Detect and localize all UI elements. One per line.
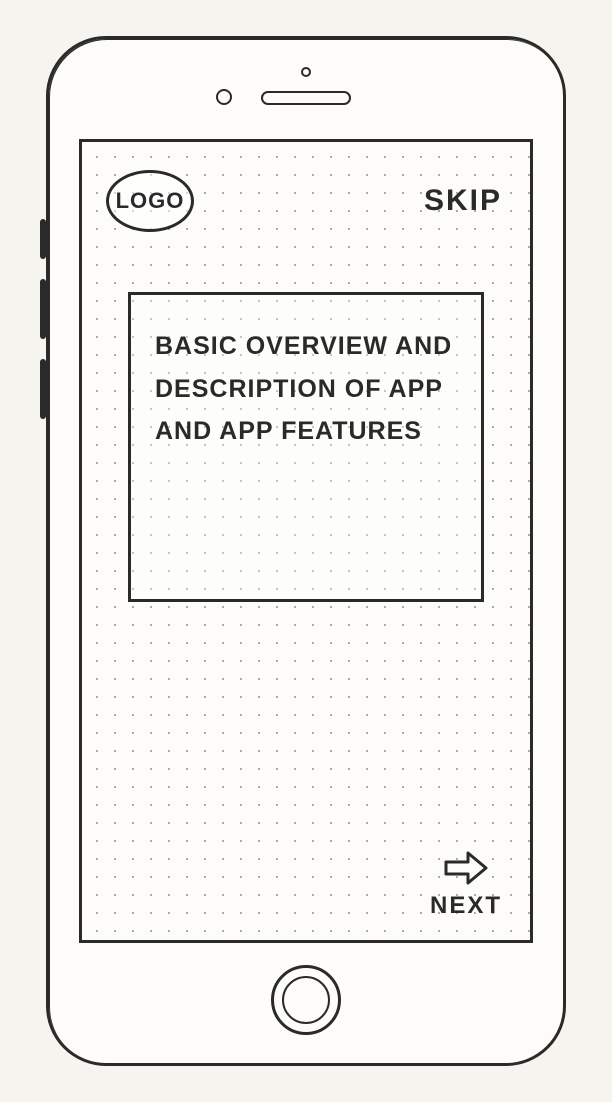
content-box: BASIC OVERVIEW AND DESCRIPTION OF APP AN… (128, 292, 484, 602)
spacer (104, 602, 508, 848)
arrow-right-icon (442, 848, 490, 888)
next-label: NEXT (430, 892, 502, 920)
home-button[interactable] (271, 965, 341, 1035)
sensor-icon (301, 67, 311, 77)
side-button (40, 359, 46, 419)
skip-button[interactable]: SKIP (424, 184, 502, 218)
skip-label: SKIP (424, 184, 502, 217)
logo-label: LOGO (116, 188, 185, 214)
side-button (40, 279, 46, 339)
camera-icon (216, 89, 232, 105)
screen: LOGO SKIP BASIC OVERVIEW AND DESCRIPTION… (79, 139, 533, 943)
next-button[interactable]: NEXT (430, 848, 502, 920)
logo: LOGO (106, 170, 194, 232)
speaker-icon (261, 91, 351, 105)
header-row: LOGO SKIP (104, 166, 508, 232)
content-text: BASIC OVERVIEW AND DESCRIPTION OF APP AN… (155, 325, 457, 453)
side-button (40, 219, 46, 259)
phone-frame: LOGO SKIP BASIC OVERVIEW AND DESCRIPTION… (46, 36, 566, 1066)
